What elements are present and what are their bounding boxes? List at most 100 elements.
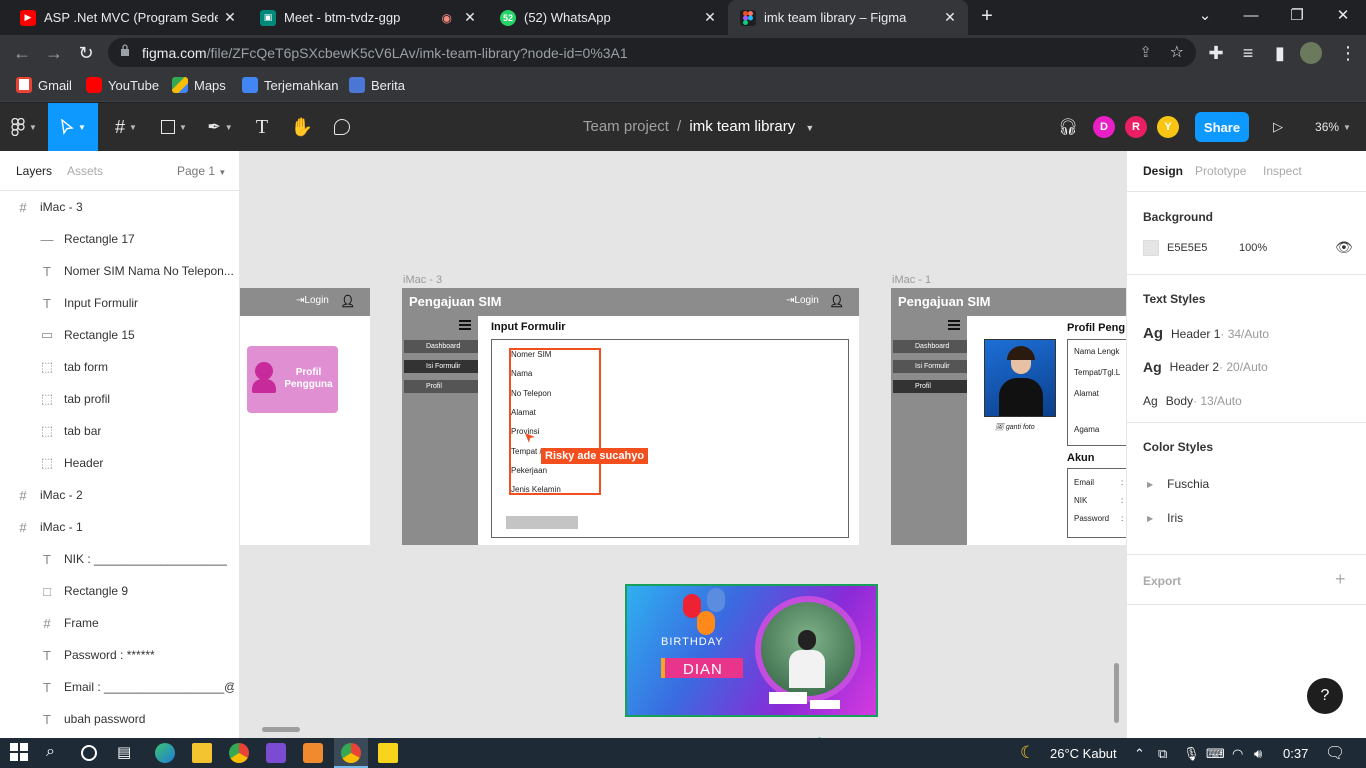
- close-tab-icon[interactable]: ✕: [218, 9, 242, 26]
- close-tab-icon[interactable]: ✕: [938, 9, 962, 26]
- layer-row[interactable]: ▭ Rectangle 15: [0, 319, 239, 351]
- page-selector[interactable]: Page 1 ▼: [177, 164, 226, 178]
- chrome-icon[interactable]: [229, 743, 249, 763]
- keyboard-icon[interactable]: ⌨: [1206, 746, 1225, 762]
- file-explorer-icon[interactable]: [192, 743, 212, 763]
- present-play-icon[interactable]: ▷: [1266, 103, 1290, 151]
- text-tool-button[interactable]: T: [246, 103, 278, 151]
- frame-imac-3[interactable]: Pengajuan SIM ⇥Login 👤︎ Dashboard Isi Fo…: [402, 288, 859, 545]
- tab-assets[interactable]: Assets: [67, 164, 103, 178]
- text-style-header-1[interactable]: Ag Header 1 · 34/Auto: [1143, 325, 1269, 342]
- xampp-icon[interactable]: [303, 743, 323, 763]
- frame-label-imac-3[interactable]: iMac - 3: [403, 274, 442, 286]
- tab-asp-net[interactable]: ▶ ASP .Net MVC (Program Sederha ✕: [8, 0, 248, 35]
- frame-tool-button[interactable]: # ▼: [104, 103, 148, 151]
- reload-icon[interactable]: ↻: [72, 39, 100, 67]
- zoom-control[interactable]: 36% ▼: [1308, 103, 1358, 151]
- layer-row[interactable]: T Input Formulir: [0, 287, 239, 319]
- bookmark-translate[interactable]: Terjemahkan: [242, 77, 338, 93]
- move-tool-button[interactable]: ▼: [48, 103, 98, 151]
- pen-tool-button[interactable]: ✒ ▼: [198, 103, 242, 151]
- volume-icon[interactable]: 🔊︎: [1254, 746, 1262, 762]
- search-icon[interactable]: ⌕: [46, 743, 66, 763]
- layer-row[interactable]: ⬚ tab form: [0, 351, 239, 383]
- help-button[interactable]: ?: [1307, 678, 1343, 714]
- share-button[interactable]: Share: [1195, 112, 1249, 142]
- clock-time[interactable]: 0:37: [1283, 746, 1308, 761]
- profile-avatar[interactable]: [1300, 42, 1322, 64]
- bookmark-gmail[interactable]: Gmail: [16, 77, 72, 93]
- tab-search-icon[interactable]: ⌄: [1182, 0, 1228, 30]
- windows-start-icon[interactable]: [10, 743, 30, 763]
- address-bar[interactable]: figma.com/file/ZFcQeT6pSXcbewK5cV6LAv/im…: [108, 38, 1196, 67]
- tab-whatsapp[interactable]: 52 (52) WhatsApp ✕: [488, 0, 728, 35]
- collaborator-avatar-y[interactable]: Y: [1157, 116, 1179, 138]
- hand-tool-button[interactable]: ✋: [286, 103, 318, 151]
- eye-visibility-icon[interactable]: 👁︎: [1335, 239, 1353, 256]
- frame-imac-1[interactable]: Pengajuan SIM Dashboard Isi Formulir Pro…: [891, 288, 1126, 545]
- media-control-icon[interactable]: ≡: [1234, 39, 1262, 67]
- maximize-button[interactable]: ❐: [1274, 0, 1320, 30]
- text-style-header-2[interactable]: Ag Header 2 · 20/Auto: [1143, 359, 1268, 375]
- share-page-icon[interactable]: ⇪: [1139, 43, 1152, 61]
- layer-row[interactable]: # Frame: [0, 607, 239, 639]
- tab-design[interactable]: Design: [1143, 164, 1183, 178]
- back-arrow-icon[interactable]: ←: [8, 39, 36, 67]
- collaborator-avatar-r[interactable]: R: [1125, 116, 1147, 138]
- layer-row[interactable]: # iMac - 1: [0, 511, 239, 543]
- frame-imac-2[interactable]: ⇥Login 👤︎ Profil Pengguna: [240, 288, 370, 545]
- add-export-icon[interactable]: +: [1335, 569, 1346, 590]
- comment-tool-button[interactable]: [326, 103, 358, 151]
- tab-prototype[interactable]: Prototype: [1195, 164, 1246, 178]
- microphone-icon[interactable]: 🎙︎: [1183, 746, 1200, 762]
- project-name[interactable]: Team project: [583, 118, 669, 135]
- chrome-menu-icon[interactable]: ⋮: [1334, 39, 1362, 67]
- show-hidden-icons[interactable]: ⌃: [1134, 746, 1145, 762]
- side-panel-icon[interactable]: ▮: [1266, 39, 1294, 67]
- wifi-icon[interactable]: ◠: [1232, 746, 1243, 762]
- close-tab-icon[interactable]: ✕: [698, 9, 722, 26]
- layer-row[interactable]: ⬚ Header: [0, 447, 239, 479]
- vertical-scrollbar[interactable]: [1114, 663, 1119, 723]
- extensions-icon[interactable]: ✚: [1202, 39, 1230, 67]
- figma-canvas[interactable]: ⇥Login 👤︎ Profil Pengguna iMac - 3 Pengaj…: [240, 151, 1126, 738]
- background-opacity[interactable]: 100%: [1239, 242, 1267, 254]
- frame-label-imac-1[interactable]: iMac - 1: [892, 274, 931, 286]
- layer-row[interactable]: T NIK : ____________________: [0, 543, 239, 575]
- collaborator-avatar-d[interactable]: D: [1093, 116, 1115, 138]
- layer-row[interactable]: # iMac - 2: [0, 479, 239, 511]
- visual-studio-icon[interactable]: [266, 743, 286, 763]
- layer-row[interactable]: # iMac - 3: [0, 191, 239, 223]
- bookmark-star-icon[interactable]: ☆: [1170, 42, 1184, 62]
- layer-row[interactable]: T Email : __________________@g...: [0, 671, 239, 703]
- background-hex[interactable]: E5E5E5: [1167, 242, 1207, 254]
- chrome-active-task[interactable]: [334, 738, 368, 768]
- edge-icon[interactable]: [155, 743, 175, 763]
- background-swatch[interactable]: [1143, 240, 1159, 256]
- meet-tray-icon[interactable]: ⧉: [1158, 746, 1167, 762]
- color-style-iris[interactable]: ▶ Iris: [1143, 511, 1183, 525]
- close-tab-icon[interactable]: ✕: [458, 9, 482, 26]
- forward-arrow-icon[interactable]: →: [40, 39, 68, 67]
- color-style-fuschia[interactable]: ▶ Fuschia: [1143, 477, 1209, 491]
- tab-layers[interactable]: Layers: [16, 164, 52, 178]
- birthday-image[interactable]: BIRTHDAY DIAN: [625, 584, 878, 717]
- minimize-button[interactable]: —: [1228, 0, 1274, 30]
- close-window-button[interactable]: ✕: [1320, 0, 1366, 30]
- horizontal-scrollbar[interactable]: [262, 727, 300, 732]
- sticky-notes-icon[interactable]: [378, 743, 398, 763]
- shape-tool-button[interactable]: ▼: [152, 103, 196, 151]
- layer-row[interactable]: Tubah password: [0, 703, 239, 735]
- layer-row[interactable]: T Nomer SIM Nama No Telepon...: [0, 255, 239, 287]
- audio-headphones-icon[interactable]: 🎧︎: [1056, 103, 1080, 151]
- bookmark-maps[interactable]: Maps: [172, 77, 226, 93]
- bookmark-youtube[interactable]: YouTube: [86, 77, 159, 93]
- layer-row[interactable]: ⬚ tab bar: [0, 415, 239, 447]
- tab-figma[interactable]: imk team library – Figma ✕: [728, 0, 968, 35]
- new-tab-button[interactable]: +: [976, 5, 998, 29]
- chevron-down-icon[interactable]: ▼: [805, 123, 814, 133]
- notification-icon[interactable]: 🗨︎: [1325, 743, 1345, 763]
- bookmark-news[interactable]: Berita: [349, 77, 405, 93]
- layer-row[interactable]: T Password : ******: [0, 639, 239, 671]
- tab-meet[interactable]: ▣ Meet - btm-tvdz-ggp ◉ ✕: [248, 0, 488, 35]
